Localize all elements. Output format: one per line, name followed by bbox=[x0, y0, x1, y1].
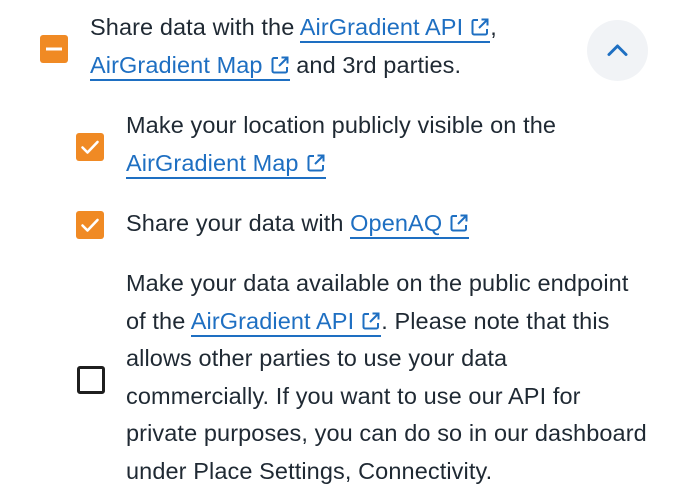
share-data-checkbox[interactable] bbox=[40, 35, 68, 63]
checkmark-icon bbox=[81, 218, 99, 232]
location-visible-checkbox[interactable] bbox=[76, 133, 104, 161]
external-link-icon bbox=[471, 18, 489, 36]
airgradient-api-link[interactable]: AirGradient API bbox=[299, 14, 491, 43]
openaq-checkbox[interactable] bbox=[76, 211, 104, 239]
collapse-button[interactable] bbox=[587, 20, 648, 81]
external-link-icon bbox=[307, 154, 325, 171]
external-link-icon bbox=[362, 312, 380, 329]
checkmark-icon bbox=[81, 140, 99, 154]
chevron-up-icon bbox=[607, 44, 628, 56]
location-visible-label: Make your location publicly visible on t… bbox=[126, 107, 666, 182]
external-link-icon bbox=[271, 56, 289, 73]
airgradient-api-link-2[interactable]: AirGradient API bbox=[190, 307, 382, 337]
external-link-icon bbox=[450, 214, 468, 232]
openaq-link[interactable]: OpenAQ bbox=[350, 210, 470, 239]
airgradient-map-link-2[interactable]: AirGradient Map bbox=[126, 149, 326, 179]
public-endpoint-label: Make your data available on the public e… bbox=[126, 270, 647, 484]
share-data-label: Share data with the AirGradient API, Air… bbox=[90, 9, 590, 84]
public-endpoint-checkbox[interactable] bbox=[77, 366, 105, 394]
minus-icon bbox=[46, 47, 62, 51]
airgradient-map-link[interactable]: AirGradient Map bbox=[90, 51, 290, 81]
openaq-label: Share your data with OpenAQ bbox=[126, 205, 666, 243]
